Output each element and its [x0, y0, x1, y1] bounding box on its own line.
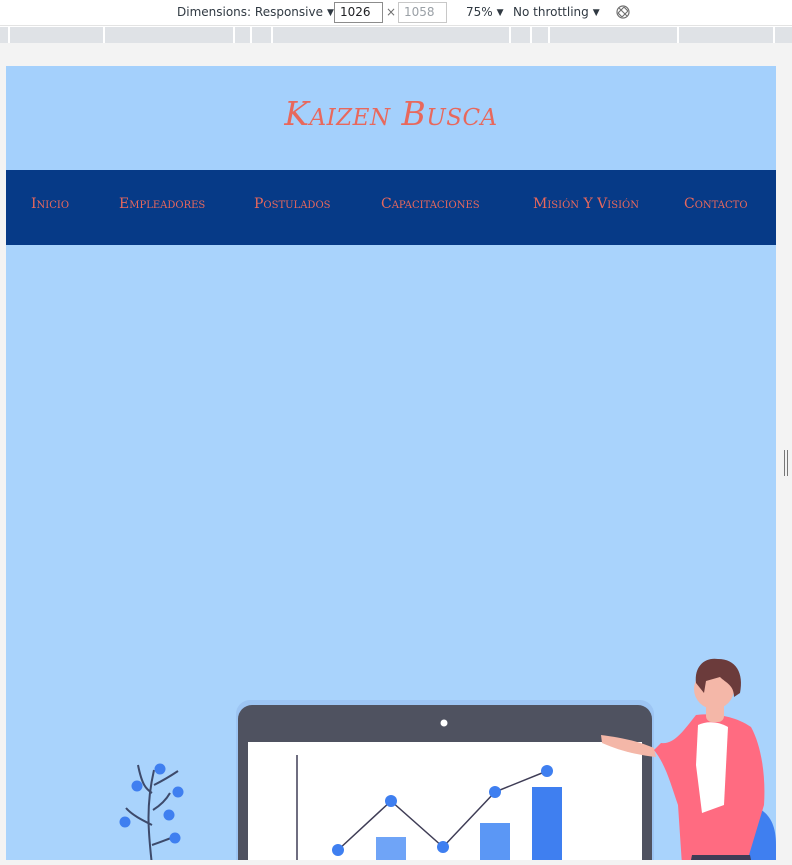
media-query-segment[interactable]	[773, 27, 775, 43]
width-input[interactable]: 1026	[334, 2, 383, 23]
media-query-segment[interactable]	[677, 27, 679, 43]
main-nav: Inicio Empleadores Postulados Capacitaci…	[6, 170, 776, 245]
nav-item-contacto[interactable]: Contacto	[684, 196, 748, 212]
media-query-segment[interactable]	[250, 27, 252, 43]
throttling-label: No throttling	[513, 5, 589, 19]
media-query-segment[interactable]	[271, 27, 273, 43]
media-query-segment[interactable]	[509, 27, 511, 43]
hero-section	[6, 245, 776, 860]
rotate-disabled-icon[interactable]	[616, 5, 630, 19]
media-query-segment[interactable]	[233, 27, 235, 43]
caret-down-icon: ▼	[496, 8, 504, 18]
page-viewport: Kaizen Busca Inicio Empleadores Postulad…	[6, 66, 776, 860]
plant-illustration	[119, 763, 184, 860]
hero-illustration	[119, 658, 776, 860]
device-toolbar: Dimensions: Responsive ▼ 1026 × 1058 75% ▼…	[0, 0, 792, 26]
nav-item-postulados[interactable]: Postulados	[254, 196, 331, 212]
nav-item-mision-vision[interactable]: Misión Y Visión	[533, 196, 639, 212]
media-query-segment[interactable]	[548, 27, 550, 43]
caret-down-icon: ▼	[326, 8, 334, 18]
site-title[interactable]: Kaizen Busca	[6, 94, 776, 133]
throttling-dropdown[interactable]: No throttling ▼	[513, 5, 600, 19]
media-query-segment[interactable]	[8, 27, 10, 43]
zoom-dropdown[interactable]: 75% ▼	[466, 5, 504, 19]
resize-handle-icon[interactable]	[783, 450, 789, 476]
caret-down-icon: ▼	[592, 8, 600, 18]
dimensions-dropdown[interactable]: Dimensions: Responsive ▼	[177, 5, 334, 19]
height-input[interactable]: 1058	[398, 2, 447, 23]
media-query-bar	[0, 27, 792, 43]
zoom-label: 75%	[466, 5, 493, 19]
nav-item-empleadores[interactable]: Empleadores	[119, 196, 205, 212]
nav-item-inicio[interactable]: Inicio	[31, 196, 69, 212]
monitor-illustration	[236, 700, 654, 860]
dimensions-label: Dimensions: Responsive	[177, 5, 323, 19]
media-query-segment[interactable]	[103, 27, 105, 43]
times-symbol: ×	[386, 5, 397, 19]
nav-item-capacitaciones[interactable]: Capacitaciones	[381, 196, 480, 212]
media-query-segment[interactable]	[530, 27, 532, 43]
